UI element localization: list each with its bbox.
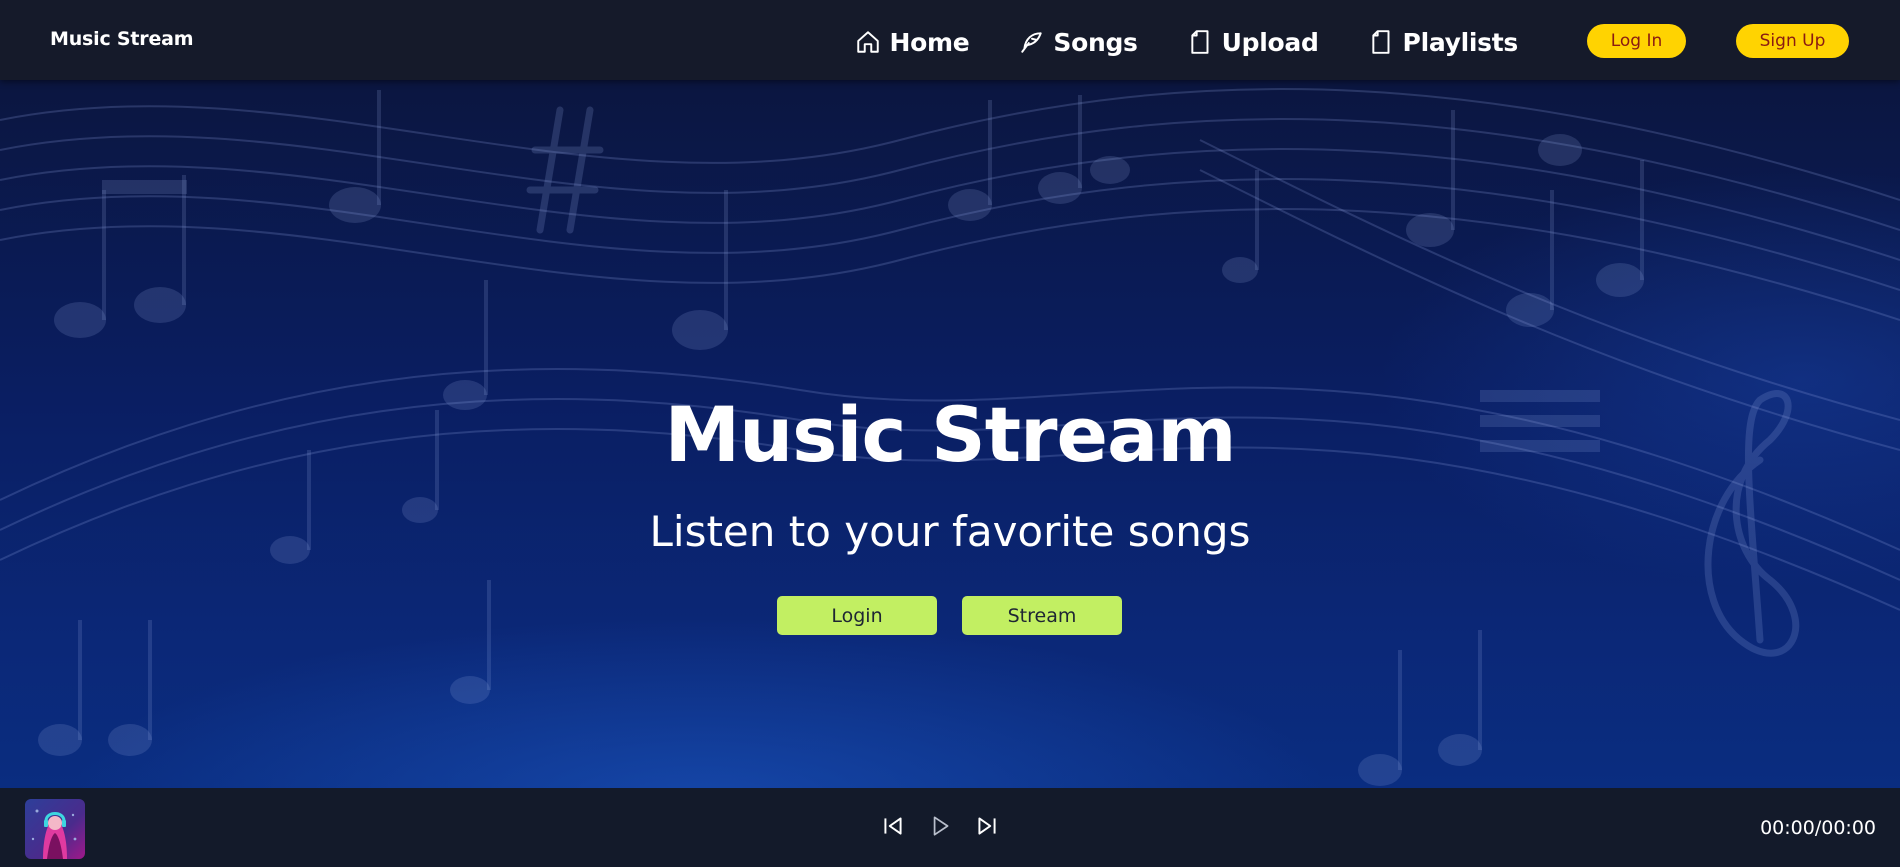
nav-item-playlists[interactable]: Playlists [1369, 22, 1518, 62]
home-icon [857, 31, 880, 53]
top-navbar: Music Stream Home Songs Upload Playlists… [0, 0, 1900, 80]
nav-label-upload: Upload [1221, 27, 1319, 57]
skip-forward-icon[interactable] [974, 813, 1000, 839]
file-icon [1190, 30, 1209, 54]
play-icon[interactable] [927, 813, 953, 839]
nav-label-playlists: Playlists [1402, 27, 1519, 57]
playback-controls [880, 813, 1000, 839]
login-button[interactable]: Log In [1587, 24, 1686, 58]
player-bar: 00:00/00:00 [0, 788, 1900, 867]
nav-links: Home Songs Upload Playlists [855, 22, 1518, 62]
album-cover-image [25, 799, 85, 859]
hero-login-button[interactable]: Login [777, 596, 937, 635]
nav-item-upload[interactable]: Upload [1188, 22, 1319, 62]
hero-stream-button[interactable]: Stream [962, 596, 1122, 635]
skip-back-icon[interactable] [880, 813, 906, 839]
brand-logo-text[interactable]: Music Stream [50, 28, 194, 50]
nav-item-songs[interactable]: Songs [1019, 22, 1138, 62]
hero-section: Music Stream Listen to your favorite son… [0, 80, 1900, 788]
nav-label-home: Home [889, 27, 970, 57]
hero-title: Music Stream [664, 390, 1236, 479]
nav-item-home[interactable]: Home [855, 22, 970, 62]
file-icon [1371, 30, 1390, 54]
playback-time: 00:00/00:00 [1760, 817, 1876, 839]
nav-label-songs: Songs [1053, 27, 1138, 57]
hero-subtitle: Listen to your favorite songs [649, 507, 1251, 556]
signup-button[interactable]: Sign Up [1736, 24, 1849, 58]
feather-icon [1021, 32, 1043, 53]
